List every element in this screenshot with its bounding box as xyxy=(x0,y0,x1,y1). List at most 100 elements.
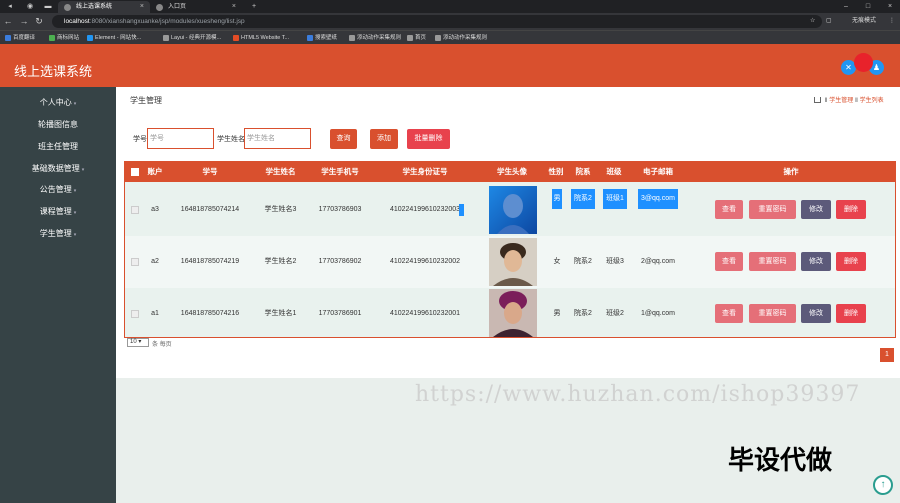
url-input[interactable]: localhost:8080/xianshangxuanke/jsp/modul… xyxy=(52,15,822,28)
row-checkbox[interactable] xyxy=(131,206,139,214)
table-row: a2 164818785074219 学生姓名2 17703786902 410… xyxy=(125,236,895,288)
tab-close-icon[interactable]: × xyxy=(232,1,236,13)
avatar[interactable] xyxy=(489,238,537,286)
reload-icon[interactable]: ↻ xyxy=(33,16,45,27)
bookmark-star-icon[interactable]: ☆ xyxy=(810,15,815,28)
delete-button[interactable]: 删除 xyxy=(836,252,866,271)
sidebar-item-notice[interactable]: 公告管理 ▾ xyxy=(0,180,116,200)
delete-button[interactable]: 删除 xyxy=(836,200,866,219)
column-header: 性别 xyxy=(548,167,564,176)
text-selection xyxy=(459,204,464,216)
per-page-label: 条 每页 xyxy=(152,342,172,348)
row-checkbox[interactable] xyxy=(131,258,139,266)
profile-incognito[interactable]: 无痕模式 xyxy=(842,15,876,28)
back-icon[interactable]: ← xyxy=(2,16,14,27)
minimize-icon[interactable]: – xyxy=(836,0,856,13)
per-page-select[interactable]: 10 ▾ xyxy=(127,338,149,347)
delete-button[interactable]: 删除 xyxy=(836,304,866,323)
student-name-label: 学生姓名 xyxy=(217,136,245,143)
sidebar-item-basic-data[interactable]: 基础数据管理 ▾ xyxy=(0,159,116,179)
batch-delete-button[interactable]: 批量删除 xyxy=(407,129,450,149)
avatar[interactable] xyxy=(489,186,537,234)
sidebar-item-carousel[interactable]: 轮播图信息 xyxy=(0,115,116,135)
view-button[interactable]: 查看 xyxy=(715,252,743,271)
cell-class: 班级1 xyxy=(603,189,627,209)
view-button[interactable]: 查看 xyxy=(715,304,743,323)
chevron-down-icon: ▾ xyxy=(81,167,85,173)
cell-department: 院系2 xyxy=(574,258,592,265)
avatar[interactable] xyxy=(489,289,537,337)
chevron-down-icon: ▾ xyxy=(73,232,77,238)
bookmark-icon xyxy=(407,35,413,41)
bookmark-icon xyxy=(435,35,441,41)
row-checkbox[interactable] xyxy=(131,310,139,318)
edit-button[interactable]: 修改 xyxy=(801,252,831,271)
cell-id-card: 410224199610232003 xyxy=(389,206,461,213)
column-header: 院系 xyxy=(575,167,591,176)
close-window-icon[interactable]: × xyxy=(880,0,900,13)
tab-active[interactable]: 线上选课系统 × xyxy=(58,1,150,13)
tab-search-icon[interactable]: ▬ xyxy=(38,0,58,13)
new-tab-button[interactable]: + xyxy=(244,0,264,13)
bookmark-item[interactable]: HTML5 Website T... xyxy=(232,33,289,43)
forward-icon[interactable]: → xyxy=(18,16,30,27)
bookmark-item[interactable]: 商标网站 xyxy=(48,33,79,43)
view-button[interactable]: 查看 xyxy=(715,200,743,219)
watermark-text: https://www.huzhan.com/ishop39397 xyxy=(415,382,861,407)
table-row: a3 164818785074214 学生姓名3 17703786903 410… xyxy=(125,184,895,236)
cell-department: 院系2 xyxy=(571,189,595,209)
cell-email: 1@qq.com xyxy=(641,310,675,317)
tab-favicon-icon xyxy=(64,4,71,11)
bookmark-item[interactable]: 添动动作采集规则 xyxy=(348,33,401,43)
column-header: 学生手机号 xyxy=(321,167,359,176)
cell-account: a3 xyxy=(151,206,159,213)
app-title: 线上选课系统 xyxy=(14,64,93,79)
column-header: 学生身份证号 xyxy=(402,167,448,176)
student-name-input[interactable]: 学生姓名 xyxy=(244,128,311,149)
column-header: 电子邮箱 xyxy=(643,167,673,176)
edit-button[interactable]: 修改 xyxy=(801,200,831,219)
sidebar-item-head-teacher[interactable]: 班主任管理 xyxy=(0,137,116,157)
back-to-top-button[interactable]: ↑ xyxy=(873,475,893,495)
edit-button[interactable]: 修改 xyxy=(801,304,831,323)
reset-password-button[interactable]: 重置密码 xyxy=(749,304,796,323)
student-id-input[interactable]: 学号 xyxy=(147,128,214,149)
bookmark-item[interactable]: 首页 xyxy=(406,33,426,43)
reset-password-button[interactable]: 重置密码 xyxy=(749,252,796,271)
select-all-checkbox[interactable] xyxy=(131,168,139,176)
cell-department: 院系2 xyxy=(574,310,592,317)
bookmark-item[interactable]: 添动动作采集规则 xyxy=(434,33,487,43)
bookmark-icon xyxy=(233,35,239,41)
column-header: 学号 xyxy=(202,167,218,176)
bookmark-item[interactable]: 百度翻译 xyxy=(4,33,35,43)
cell-name: 学生姓名1 xyxy=(264,310,297,317)
breadcrumb-item[interactable]: 学生管理 xyxy=(829,98,853,104)
bookmark-item[interactable]: Layui - 经典开源模... xyxy=(162,33,221,43)
browser-menu-icon[interactable]: ⋮ xyxy=(889,15,895,28)
cell-gender: 男 xyxy=(552,189,562,209)
window-menu-icon[interactable]: ◂ xyxy=(0,0,20,13)
tab-favicon-icon xyxy=(156,4,163,11)
tab-entry[interactable]: 入口页 × xyxy=(150,1,242,13)
cell-phone: 17703786901 xyxy=(318,310,362,317)
chrome-icon[interactable]: ◉ xyxy=(20,0,40,13)
bookmark-item[interactable]: 搜索壁纸 xyxy=(306,33,337,43)
bookmark-icon xyxy=(5,35,11,41)
maximize-icon[interactable]: □ xyxy=(858,0,878,13)
app-header: 线上选课系统 ✕ ♟ xyxy=(0,44,900,87)
extensions-icon[interactable]: ▢ xyxy=(826,15,832,28)
add-button[interactable]: 添加 xyxy=(370,129,398,149)
sidebar-item-personal-center[interactable]: 个人中心 ▾ xyxy=(0,93,116,113)
bookmark-item[interactable]: Element - 网站快... xyxy=(86,33,141,43)
sidebar-item-course[interactable]: 课程管理 ▾ xyxy=(0,202,116,222)
query-button[interactable]: 查询 xyxy=(330,129,357,149)
sidebar-item-student[interactable]: 学生管理 ▾ xyxy=(0,224,116,244)
home-icon[interactable] xyxy=(814,97,821,103)
column-header: 学生头像 xyxy=(497,167,527,176)
reset-password-button[interactable]: 重置密码 xyxy=(749,200,796,219)
badge-text: 毕设代做 xyxy=(728,446,833,476)
page-number-button[interactable]: 1 xyxy=(880,348,894,362)
browser-tab-bar: ◂ ◉ ▬ 线上选课系统 × 入口页 × + – □ × xyxy=(0,0,900,13)
tab-close-icon[interactable]: × xyxy=(140,1,144,13)
cell-student-id: 164818785074219 xyxy=(180,258,240,265)
